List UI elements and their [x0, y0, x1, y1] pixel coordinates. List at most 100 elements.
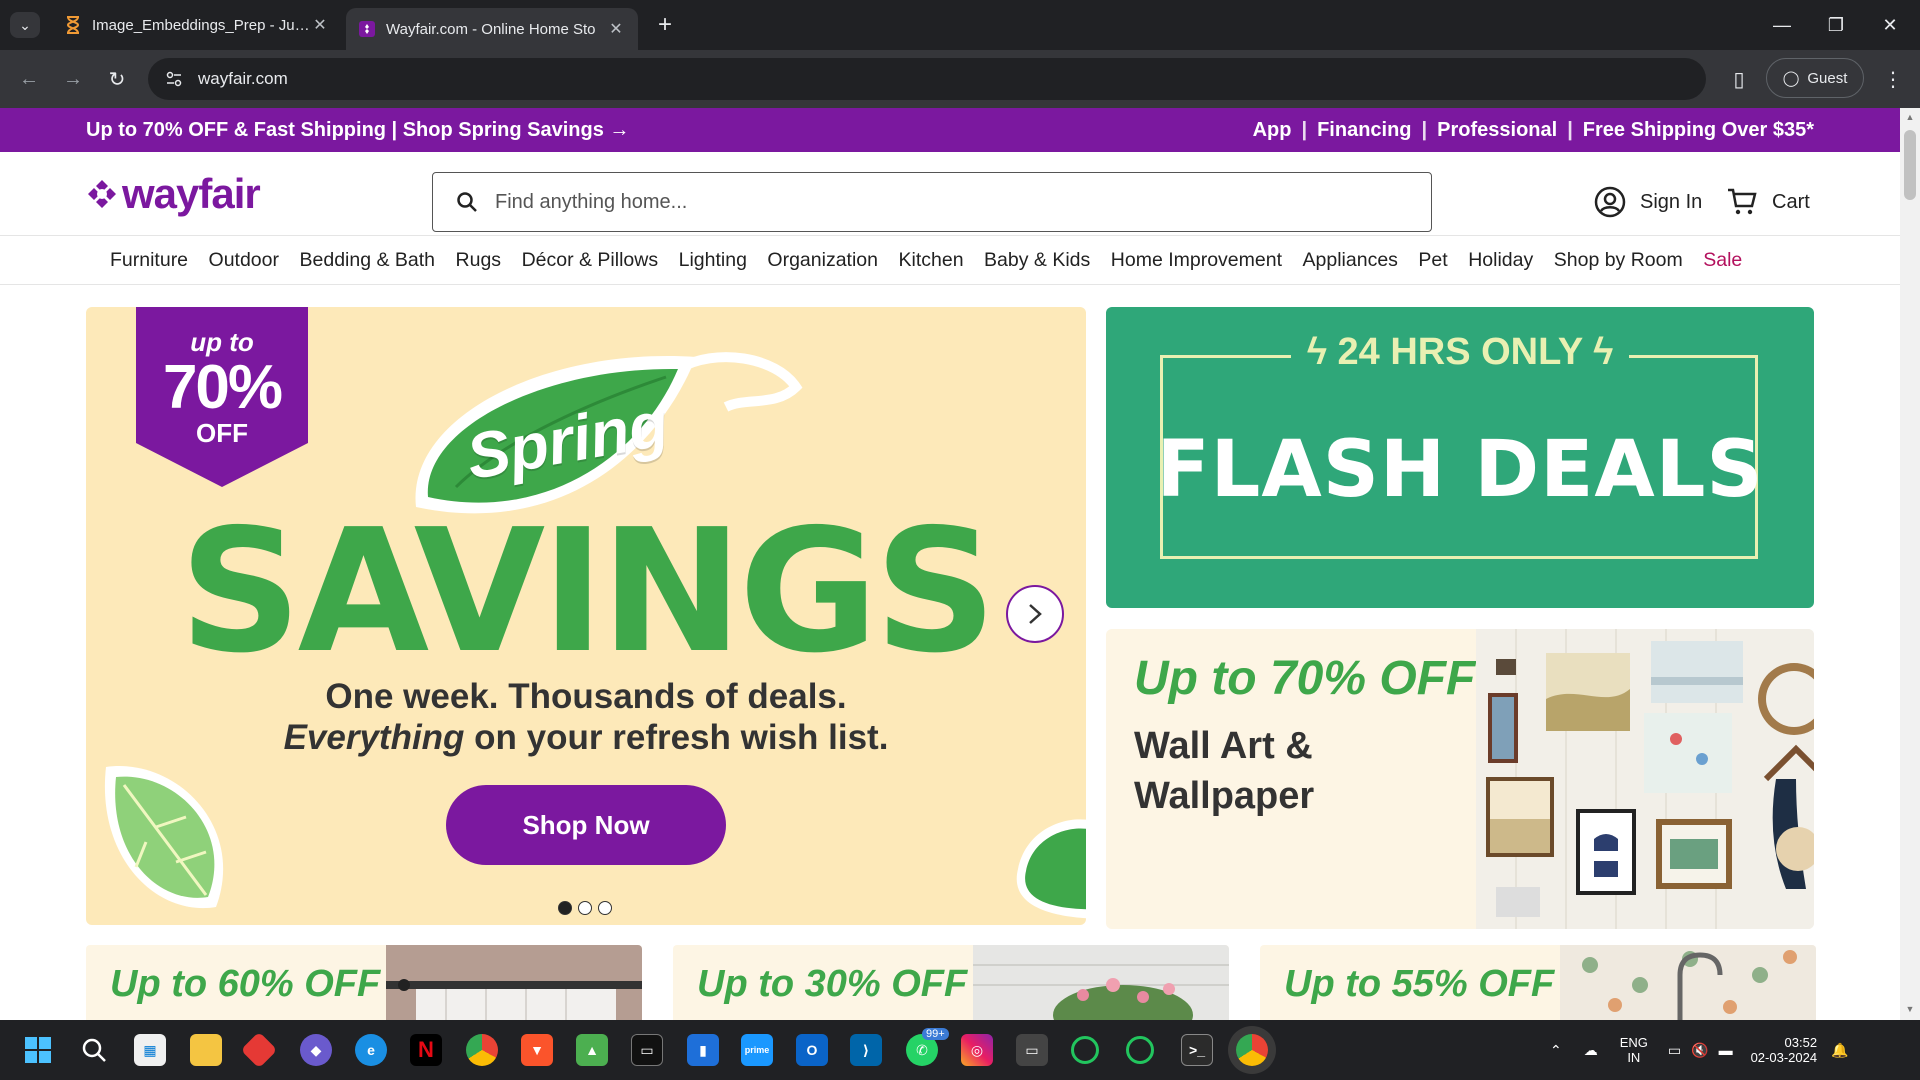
image-app-icon[interactable]: ▲ — [576, 1034, 608, 1066]
flash-deals-banner[interactable]: ϟ 24 HRS ONLY ϟ FLASH DEALS — [1106, 307, 1814, 608]
deal-card-kitchen[interactable]: Up to 55% OFF — [1260, 945, 1816, 1020]
url-text: wayfair.com — [198, 69, 288, 88]
search-box[interactable] — [432, 172, 1432, 232]
loading-app-icon[interactable] — [1071, 1036, 1099, 1064]
lightning-icon: ϟ — [1306, 331, 1327, 373]
chevron-up-icon[interactable]: ⌃ — [1550, 1042, 1562, 1059]
loading-app-icon-2[interactable] — [1126, 1036, 1154, 1064]
nav-pet[interactable]: Pet — [1418, 249, 1447, 272]
widgets-icon[interactable]: ▦ — [134, 1034, 166, 1066]
nav-rugs[interactable]: Rugs — [456, 249, 502, 272]
wall-art-banner[interactable]: Up to 70% OFF Wall Art & Wallpaper — [1106, 629, 1814, 929]
tab-jupyter[interactable]: Image_Embeddings_Prep - Jupy ✕ — [52, 8, 342, 42]
close-icon[interactable]: ✕ — [606, 19, 626, 39]
vscode-icon[interactable]: ⟩ — [850, 1034, 882, 1066]
site-settings-icon[interactable] — [162, 67, 186, 91]
nav-lighting[interactable]: Lighting — [679, 249, 747, 272]
cart-label: Cart — [1772, 190, 1810, 213]
hero-banner[interactable]: up to 70% OFF Spring SAVINGS One week. T… — [86, 307, 1086, 925]
shop-now-button[interactable]: Shop Now — [446, 785, 726, 865]
file-explorer-icon[interactable] — [190, 1034, 222, 1066]
profile-button[interactable]: ◯ Guest — [1766, 58, 1864, 98]
windows-start-icon[interactable] — [24, 1036, 52, 1064]
wayfair-logo-icon — [88, 180, 116, 208]
close-window-icon[interactable]: ✕ — [1870, 10, 1910, 40]
nav-home-improvement[interactable]: Home Improvement — [1111, 249, 1282, 272]
carousel-next-button[interactable] — [1006, 585, 1064, 643]
profile-label: Guest — [1807, 69, 1848, 87]
free-shipping-link[interactable]: Free Shipping Over $35* — [1583, 119, 1814, 142]
address-bar[interactable]: wayfair.com — [148, 58, 1706, 100]
tab-search-button[interactable]: ⌄ — [10, 12, 40, 38]
scrollbar-thumb[interactable] — [1904, 130, 1916, 200]
tab-title: Wayfair.com - Online Home Sto — [386, 20, 596, 38]
clock[interactable]: 03:52 02-03-2024 — [1751, 1035, 1818, 1065]
wall-art-image — [1476, 629, 1814, 929]
lang-line2: IN — [1627, 1050, 1641, 1065]
app-red-diamond-icon[interactable] — [240, 1031, 278, 1069]
restore-icon[interactable]: ❐ — [1816, 10, 1856, 40]
nav-decor-pillows[interactable]: Décor & Pillows — [522, 249, 659, 272]
brave-icon[interactable]: ▼ — [521, 1034, 553, 1066]
nav-baby-kids[interactable]: Baby & Kids — [984, 249, 1090, 272]
reload-icon[interactable]: ↻ — [102, 64, 132, 94]
minimize-icon[interactable]: — — [1762, 10, 1802, 40]
app-hexagon-icon[interactable]: ◆ — [300, 1034, 332, 1066]
profile-icon: ◯ — [1782, 70, 1800, 87]
chrome-icon[interactable] — [466, 1034, 498, 1066]
forward-icon[interactable]: → — [58, 64, 88, 94]
terminal-icon[interactable]: >_ — [1181, 1034, 1213, 1066]
nav-furniture[interactable]: Furniture — [110, 249, 188, 272]
professional-link[interactable]: Professional — [1437, 119, 1557, 142]
nav-outdoor[interactable]: Outdoor — [209, 249, 279, 272]
app-link[interactable]: App — [1253, 119, 1292, 142]
nav-bedding-bath[interactable]: Bedding & Bath — [300, 249, 436, 272]
lightning-icon: ϟ — [1593, 331, 1614, 373]
tab-wayfair[interactable]: Wayfair.com - Online Home Sto ✕ — [346, 8, 638, 50]
new-tab-button[interactable]: + — [650, 10, 680, 40]
nav-appliances[interactable]: Appliances — [1303, 249, 1398, 272]
financing-link[interactable]: Financing — [1317, 119, 1411, 142]
battery-icon[interactable]: ▬ — [1719, 1042, 1733, 1058]
sign-in-label: Sign In — [1640, 190, 1703, 213]
sign-in-button[interactable]: Sign In — [1594, 186, 1702, 218]
display-icon[interactable]: ▭ — [1668, 1042, 1681, 1059]
notification-bell-icon[interactable]: 🔔 — [1831, 1042, 1848, 1059]
promo-spring-link[interactable]: Up to 70% OFF & Fast Shipping | Shop Spr… — [86, 119, 629, 142]
edge-icon[interactable]: e — [355, 1034, 387, 1066]
netflix-icon[interactable]: N — [410, 1034, 442, 1066]
page-scrollbar[interactable]: ▲ ▼ — [1900, 108, 1920, 1020]
terminal-app-icon[interactable]: ▭ — [631, 1034, 663, 1066]
carousel-dot-2[interactable] — [578, 901, 592, 915]
mute-icon[interactable]: 🔇 — [1691, 1042, 1708, 1059]
menu-kebab-icon[interactable]: ⋮ — [1878, 64, 1908, 94]
search-input[interactable] — [495, 190, 1395, 214]
nav-kitchen[interactable]: Kitchen — [899, 249, 964, 272]
instagram-icon[interactable]: ◎ — [961, 1034, 993, 1066]
nav-organization[interactable]: Organization — [767, 249, 878, 272]
carousel-dot-3[interactable] — [598, 901, 612, 915]
clock-time: 03:52 — [1784, 1035, 1818, 1050]
close-icon[interactable]: ✕ — [310, 15, 330, 35]
nav-holiday[interactable]: Holiday — [1468, 249, 1533, 272]
kitchen-image — [1560, 945, 1816, 1020]
deal-card-curtains[interactable]: Up to 60% OFF — [86, 945, 642, 1020]
side-panel-icon[interactable]: ▯ — [1724, 64, 1754, 94]
carousel-dot-1[interactable] — [558, 901, 572, 915]
nav-shop-by-room[interactable]: Shop by Room — [1554, 249, 1683, 272]
cloud-icon[interactable]: ☁ — [1584, 1042, 1598, 1059]
nav-sale[interactable]: Sale — [1703, 249, 1742, 272]
outlook-icon[interactable]: O — [796, 1034, 828, 1066]
deal-card-garden[interactable]: Up to 30% OFF — [673, 945, 1229, 1020]
wayfair-logo[interactable]: wayfair — [86, 170, 261, 217]
search-icon[interactable] — [80, 1036, 108, 1064]
scroll-down-icon[interactable]: ▼ — [1905, 1004, 1915, 1014]
window-app-icon[interactable]: ▭ — [1016, 1034, 1048, 1066]
prime-video-icon[interactable]: prime — [741, 1034, 773, 1066]
chrome-active-icon[interactable] — [1236, 1034, 1268, 1066]
store-icon[interactable]: ▮ — [687, 1034, 719, 1066]
scroll-up-icon[interactable]: ▲ — [1905, 112, 1915, 122]
language-indicator[interactable]: ENG IN — [1620, 1035, 1648, 1065]
back-icon[interactable]: ← — [14, 64, 44, 94]
cart-button[interactable]: Cart — [1726, 186, 1810, 218]
